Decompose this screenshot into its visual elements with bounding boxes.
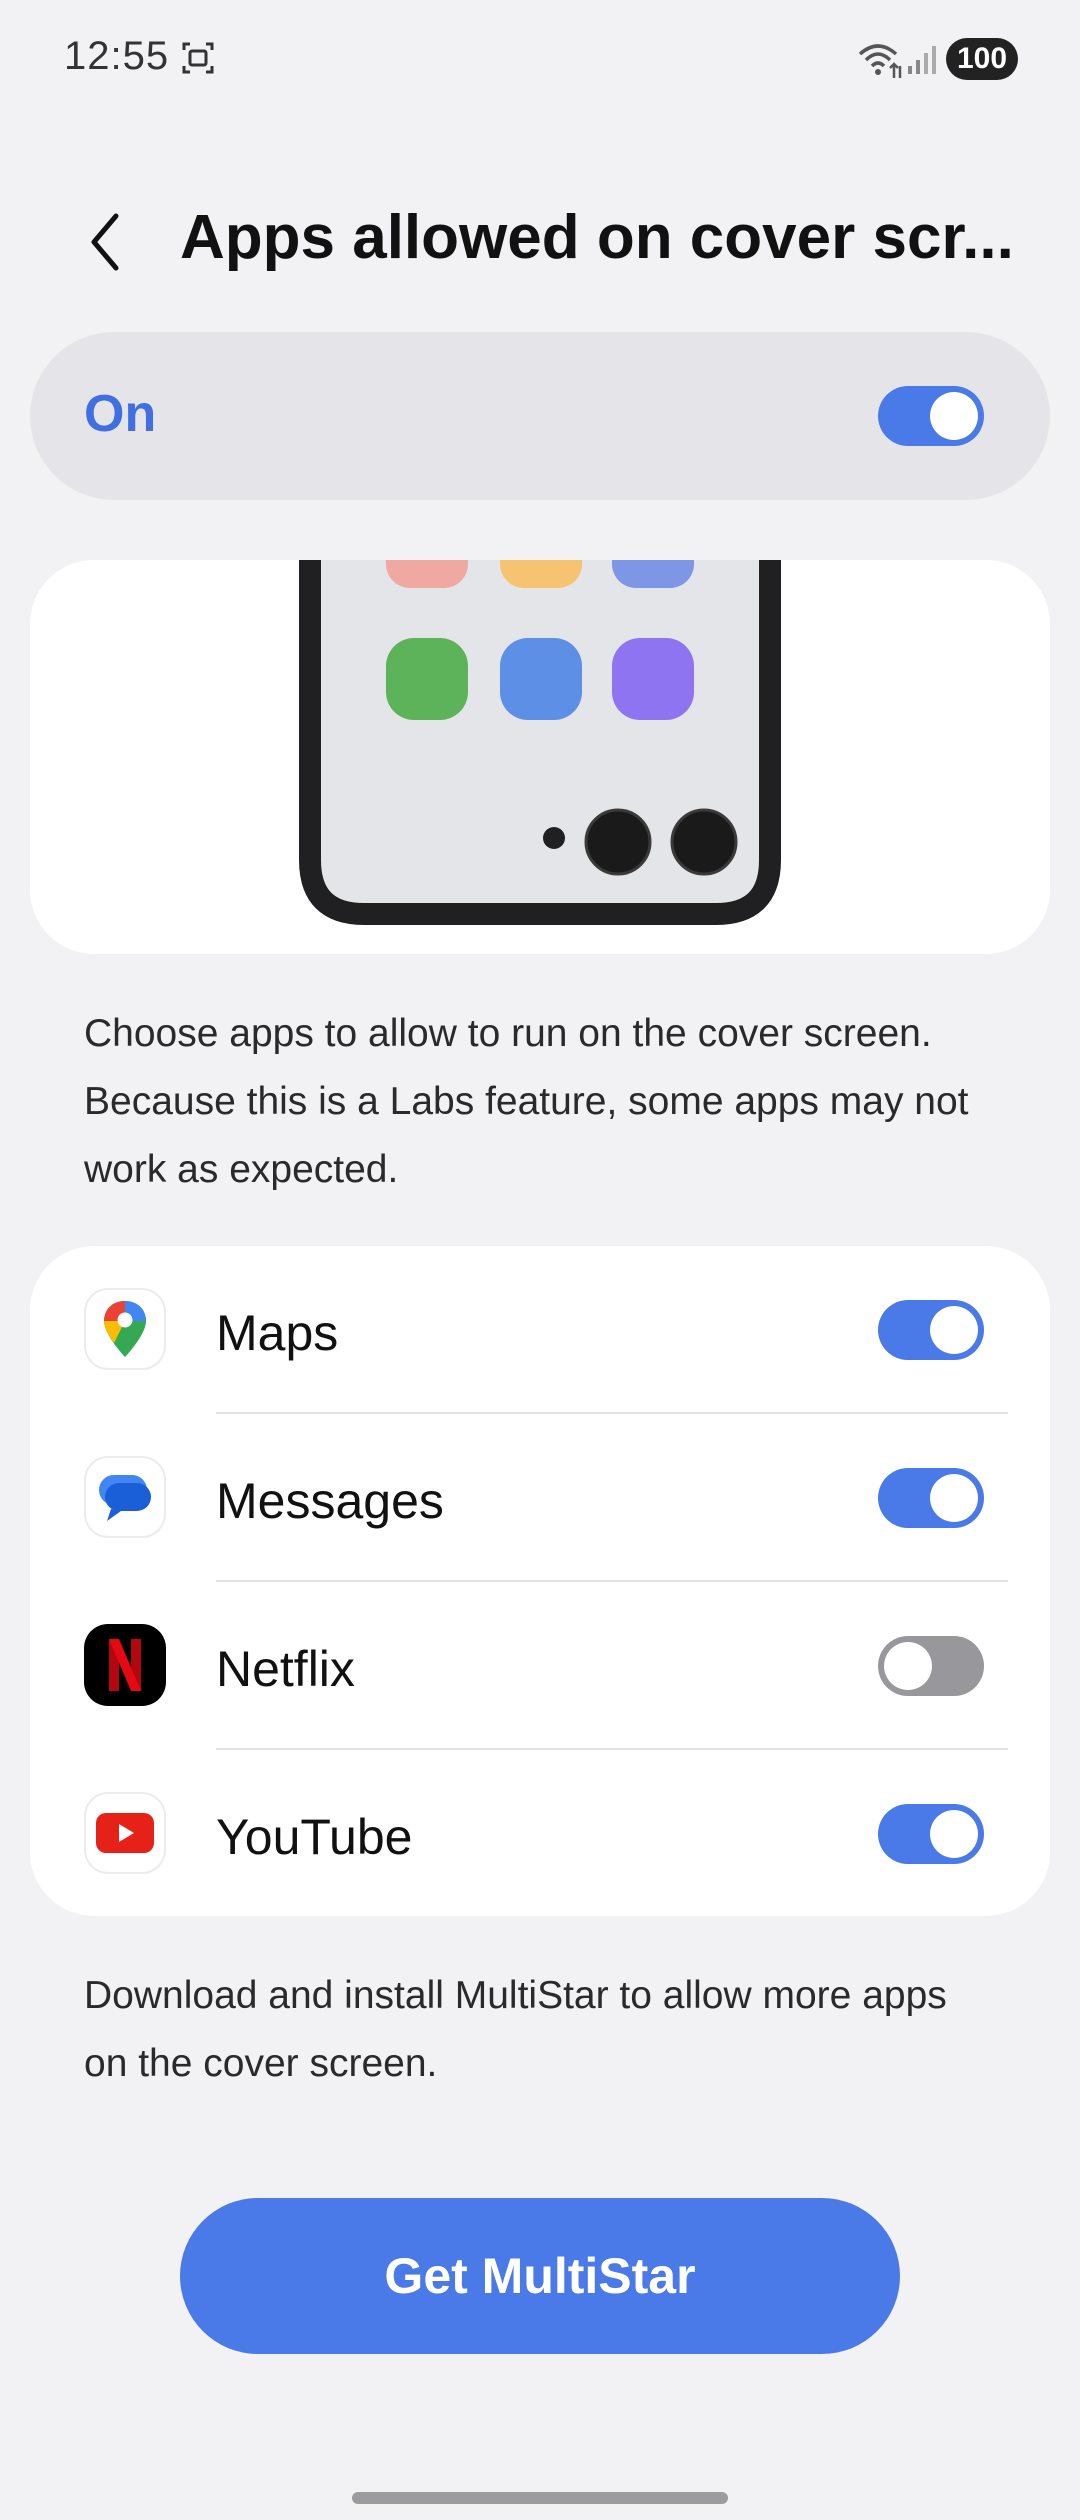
status-time: 12:55 xyxy=(64,34,170,78)
master-toggle-row[interactable]: On xyxy=(30,332,1050,500)
switch-knob xyxy=(930,1306,978,1354)
header: Apps allowed on cover scr... xyxy=(0,180,1080,300)
netflix-icon xyxy=(84,1624,166,1706)
messages-toggle[interactable] xyxy=(878,1468,984,1528)
battery-indicator: 100 xyxy=(946,38,1018,80)
apps-list: Maps Messages Netflix YouTube xyxy=(30,1246,1050,1916)
switch-knob xyxy=(884,1642,932,1690)
screenshot-icon xyxy=(180,40,216,76)
app-row-messages[interactable]: Messages xyxy=(30,1414,1050,1582)
google-messages-icon xyxy=(84,1456,166,1538)
get-multistar-button[interactable]: Get MultiStar xyxy=(180,2198,900,2354)
youtube-icon xyxy=(84,1792,166,1874)
youtube-toggle[interactable] xyxy=(878,1804,984,1864)
master-toggle-switch[interactable] xyxy=(878,386,984,446)
app-name: Netflix xyxy=(216,1641,355,1697)
multistar-info-text: Download and install MultiStar to allow … xyxy=(84,1974,947,2085)
google-maps-icon xyxy=(84,1288,166,1370)
switch-knob xyxy=(930,1474,978,1522)
app-name: YouTube xyxy=(216,1809,413,1865)
description-text: Choose apps to allow to run on the cover… xyxy=(84,1012,969,1191)
app-name: Maps xyxy=(216,1305,339,1361)
signal-icon xyxy=(906,44,938,76)
netflix-toggle[interactable] xyxy=(878,1636,984,1696)
maps-toggle[interactable] xyxy=(878,1300,984,1360)
home-indicator[interactable] xyxy=(352,2492,728,2504)
status-bar: 12:55 100 xyxy=(0,0,1080,120)
app-row-maps[interactable]: Maps xyxy=(30,1246,1050,1414)
screen: 12:55 100 Apps allowed on cover scr... O… xyxy=(0,0,1080,2520)
back-button[interactable] xyxy=(70,206,142,278)
switch-knob xyxy=(930,1810,978,1858)
page-title: Apps allowed on cover scr... xyxy=(180,203,1014,272)
master-toggle-label: On xyxy=(84,385,157,443)
cover-screen-illustration xyxy=(30,560,1050,954)
wifi-icon xyxy=(856,40,904,80)
app-row-youtube[interactable]: YouTube xyxy=(30,1750,1050,1918)
chevron-left-icon xyxy=(91,213,119,271)
switch-knob xyxy=(930,392,978,440)
app-row-netflix[interactable]: Netflix xyxy=(30,1582,1050,1750)
app-name: Messages xyxy=(216,1473,444,1529)
